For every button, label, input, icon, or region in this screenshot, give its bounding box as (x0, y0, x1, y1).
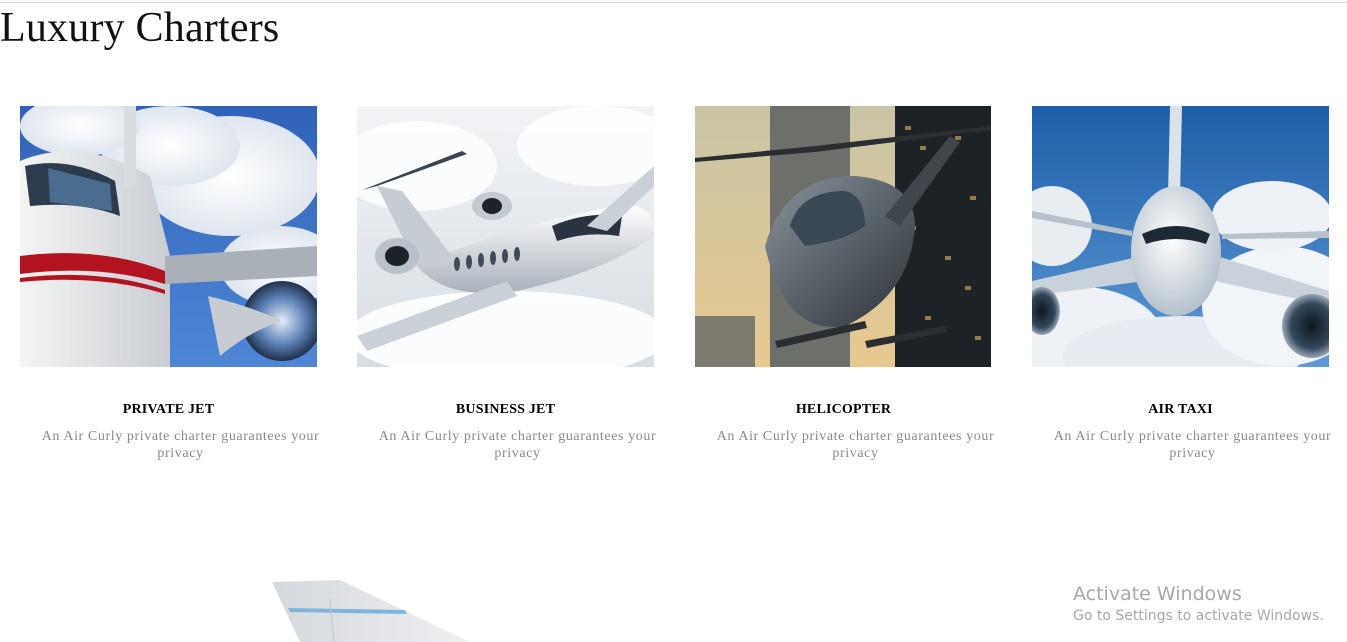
charter-card-private-jet: PRIVATE JET An Air Curly private charter… (20, 106, 319, 466)
charter-card-helicopter: HELICOPTER An Air Curly private charter … (695, 106, 994, 466)
charter-cards: PRIVATE JET An Air Curly private charter… (0, 0, 1347, 642)
card-description: An Air Curly private charter guarantees … (378, 429, 657, 461)
business-jet-photo[interactable] (357, 106, 654, 367)
watermark-title: Activate Windows (1073, 583, 1242, 605)
card-title[interactable]: PRIVATE JET (10, 402, 327, 418)
watermark-subtitle: Go to Settings to activate Windows. (1073, 608, 1324, 624)
card-title[interactable]: AIR TAXI (1022, 402, 1339, 418)
card-description: An Air Curly private charter guarantees … (1053, 429, 1332, 461)
helicopter-photo[interactable] (695, 106, 992, 367)
air-taxi-photo[interactable] (1032, 106, 1329, 367)
card-description: An Air Curly private charter guarantees … (716, 429, 995, 461)
card-title[interactable]: HELICOPTER (685, 402, 1002, 418)
charter-card-air-taxi: AIR TAXI An Air Curly private charter gu… (1032, 106, 1331, 466)
plane-tail-image (230, 570, 530, 642)
activate-windows-watermark: Activate Windows Go to Settings to activ… (1073, 582, 1324, 626)
private-jet-photo[interactable] (20, 106, 317, 367)
card-title[interactable]: BUSINESS JET (347, 402, 664, 418)
charter-card-business-jet: BUSINESS JET An Air Curly private charte… (357, 106, 656, 466)
card-description: An Air Curly private charter guarantees … (41, 429, 320, 461)
